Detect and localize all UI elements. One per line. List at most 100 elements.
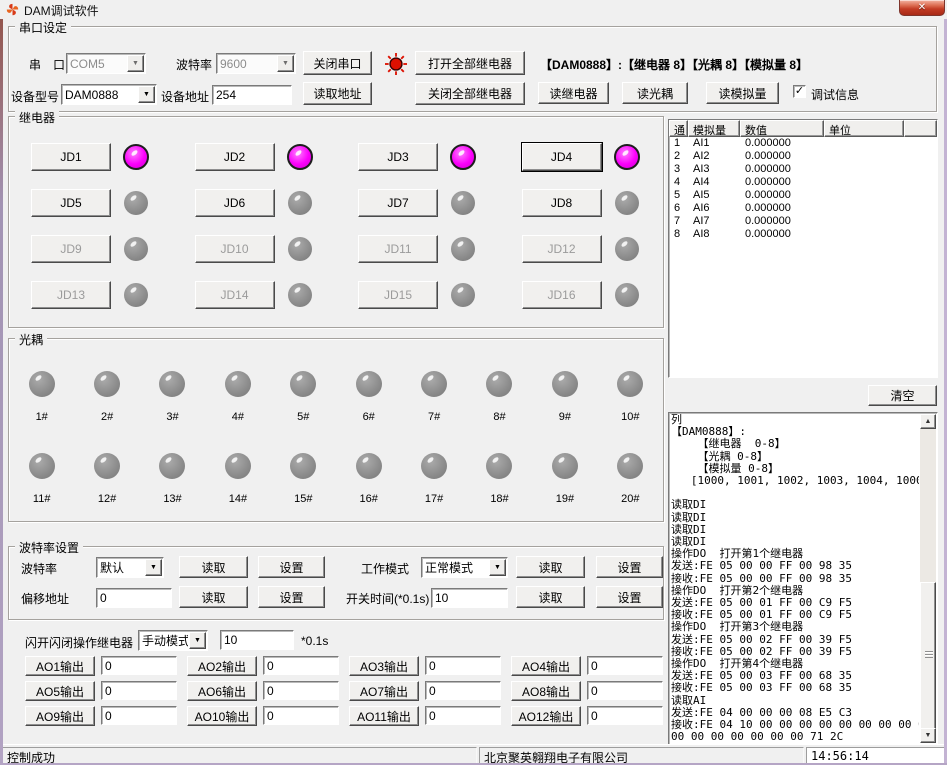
ao-output-input[interactable] xyxy=(263,656,339,675)
col-header-unit[interactable]: 单位 xyxy=(824,120,904,137)
close-all-relays-button[interactable]: 关闭全部继电器 xyxy=(415,82,525,105)
baud-read-button[interactable]: 读取 xyxy=(179,556,248,578)
ao-output-button[interactable]: AO5输出 xyxy=(25,681,95,701)
flash-mode-select-arrow[interactable]: ▼ xyxy=(189,632,206,649)
work-mode-set-button[interactable]: 设置 xyxy=(596,556,663,578)
opto-grid: 1# 2# 3# 4# 5# xyxy=(9,339,663,521)
flash-mode-select[interactable]: 手动模式 ▼ xyxy=(138,630,208,651)
ao-output-button[interactable]: AO12输出 xyxy=(511,706,581,726)
col-header-value[interactable]: 数值 xyxy=(740,120,824,137)
relay-button[interactable]: JD3 xyxy=(358,143,438,171)
open-all-relays-button[interactable]: 打开全部继电器 xyxy=(415,51,525,75)
relay-button[interactable]: JD4 xyxy=(522,143,602,171)
ao-output-input[interactable] xyxy=(101,706,177,725)
relay-button[interactable]: JD6 xyxy=(195,189,275,217)
relay-button[interactable]: JD13 xyxy=(31,281,111,309)
port-select-arrow[interactable]: ▼ xyxy=(127,55,144,72)
opto-led-indicator xyxy=(421,371,447,397)
offset-read-button[interactable]: 读取 xyxy=(179,586,248,608)
read-relays-button[interactable]: 读继电器 xyxy=(538,82,609,104)
titlebar[interactable]: DAM调试软件 ✕ xyxy=(0,0,947,19)
relay-button[interactable]: JD11 xyxy=(358,235,438,263)
table-row[interactable]: 5 AI5 0.000000 xyxy=(669,189,937,202)
ao-output-input[interactable] xyxy=(101,681,177,700)
table-row[interactable]: 2 AI2 0.000000 xyxy=(669,150,937,163)
ao-output-button[interactable]: AO8输出 xyxy=(511,681,581,701)
scrollbar-thumb[interactable] xyxy=(920,582,936,730)
ao-output-button[interactable]: AO4输出 xyxy=(511,656,581,676)
col-header-channel[interactable]: 通 xyxy=(669,120,688,137)
relay-button[interactable]: JD14 xyxy=(195,281,275,309)
switch-time-set-button[interactable]: 设置 xyxy=(596,586,663,608)
log-scrollbar[interactable]: ▲ ▼ xyxy=(920,414,936,743)
ao-output-cell: AO7输出 xyxy=(342,681,504,706)
relay-button[interactable]: JD8 xyxy=(522,189,602,217)
flash-time-input[interactable] xyxy=(220,630,294,650)
ao-output-input[interactable] xyxy=(587,706,663,725)
ao-output-input[interactable] xyxy=(425,706,501,725)
ao-output-input[interactable] xyxy=(263,706,339,725)
table-row[interactable]: 6 AI6 0.000000 xyxy=(669,202,937,215)
relay-cell: JD4 xyxy=(500,143,664,189)
switch-time-read-button[interactable]: 读取 xyxy=(516,586,585,608)
relay-button[interactable]: JD15 xyxy=(358,281,438,309)
switch-time-input[interactable] xyxy=(431,588,508,608)
baudrate-select-arrow[interactable]: ▼ xyxy=(277,55,294,72)
ao-output-input[interactable] xyxy=(587,681,663,700)
ao-output-button[interactable]: AO11输出 xyxy=(349,706,419,726)
port-value: COM5 xyxy=(67,57,126,71)
work-mode-select-arrow[interactable]: ▼ xyxy=(489,559,506,576)
ao-output-button[interactable]: AO2输出 xyxy=(187,656,257,676)
status-bar: 控制成功 北京聚英翱翔电子有限公司 14:56:14 xyxy=(0,744,947,765)
ao-output-button[interactable]: AO3输出 xyxy=(349,656,419,676)
read-analog-button[interactable]: 读模拟量 xyxy=(706,82,779,104)
relay-button[interactable]: JD1 xyxy=(31,143,111,171)
device-model-select-arrow[interactable]: ▼ xyxy=(138,86,155,103)
col-header-analog[interactable]: 模拟量 xyxy=(688,120,740,137)
ao-output-button[interactable]: AO1输出 xyxy=(25,656,95,676)
scroll-down-button[interactable]: ▼ xyxy=(920,728,936,743)
offset-set-button[interactable]: 设置 xyxy=(258,586,325,608)
scrollbar-grip-icon xyxy=(925,651,933,658)
offset-address-input[interactable] xyxy=(96,588,172,608)
ao-output-input[interactable] xyxy=(587,656,663,675)
relay-button[interactable]: JD12 xyxy=(522,235,602,263)
ao-output-input[interactable] xyxy=(101,656,177,675)
clear-log-button[interactable]: 清空 xyxy=(868,385,937,406)
work-mode-select[interactable]: 正常模式 ▼ xyxy=(421,557,508,578)
ao-output-button[interactable]: AO6输出 xyxy=(187,681,257,701)
ao-output-button[interactable]: AO10输出 xyxy=(187,706,257,726)
port-select[interactable]: COM5 ▼ xyxy=(66,53,146,74)
relay-led-indicator xyxy=(288,237,312,261)
relay-button[interactable]: JD2 xyxy=(195,143,275,171)
baud-select-arrow[interactable]: ▼ xyxy=(145,559,162,576)
table-row[interactable]: 1 AI1 0.000000 xyxy=(669,137,937,150)
relay-button[interactable]: JD5 xyxy=(31,189,111,217)
ao-output-button[interactable]: AO7输出 xyxy=(349,681,419,701)
baud-select[interactable]: 默认 ▼ xyxy=(96,557,164,578)
work-mode-read-button[interactable]: 读取 xyxy=(516,556,585,578)
close-button[interactable]: ✕ xyxy=(899,0,945,16)
debug-info-checkbox[interactable]: ✓ xyxy=(793,85,806,98)
read-opto-button[interactable]: 读光耦 xyxy=(622,82,688,104)
device-address-input[interactable] xyxy=(212,85,292,105)
ao-output-button[interactable]: AO9输出 xyxy=(25,706,95,726)
ao-output-input[interactable] xyxy=(425,656,501,675)
ao-output-input[interactable] xyxy=(425,681,501,700)
log-output[interactable]: 列 【DAM0888】: 【继电器 0-8】 【光耦 0-8】 【模拟量 0-8… xyxy=(671,414,919,744)
ao-output-input[interactable] xyxy=(263,681,339,700)
relay-button[interactable]: JD10 xyxy=(195,235,275,263)
relay-button[interactable]: JD16 xyxy=(522,281,602,309)
table-row[interactable]: 8 AI8 0.000000 xyxy=(669,228,937,241)
read-address-button[interactable]: 读取地址 xyxy=(303,82,372,105)
device-model-select[interactable]: DAM0888 ▼ xyxy=(61,84,157,105)
baud-set-button[interactable]: 设置 xyxy=(258,556,325,578)
baudrate-select[interactable]: 9600 ▼ xyxy=(216,53,296,74)
scroll-up-button[interactable]: ▲ xyxy=(920,414,936,429)
table-row[interactable]: 4 AI4 0.000000 xyxy=(669,176,937,189)
relay-button[interactable]: JD7 xyxy=(358,189,438,217)
relay-button[interactable]: JD9 xyxy=(31,235,111,263)
close-serial-button[interactable]: 关闭串口 xyxy=(303,51,372,75)
table-row[interactable]: 7 AI7 0.000000 xyxy=(669,215,937,228)
table-row[interactable]: 3 AI3 0.000000 xyxy=(669,163,937,176)
